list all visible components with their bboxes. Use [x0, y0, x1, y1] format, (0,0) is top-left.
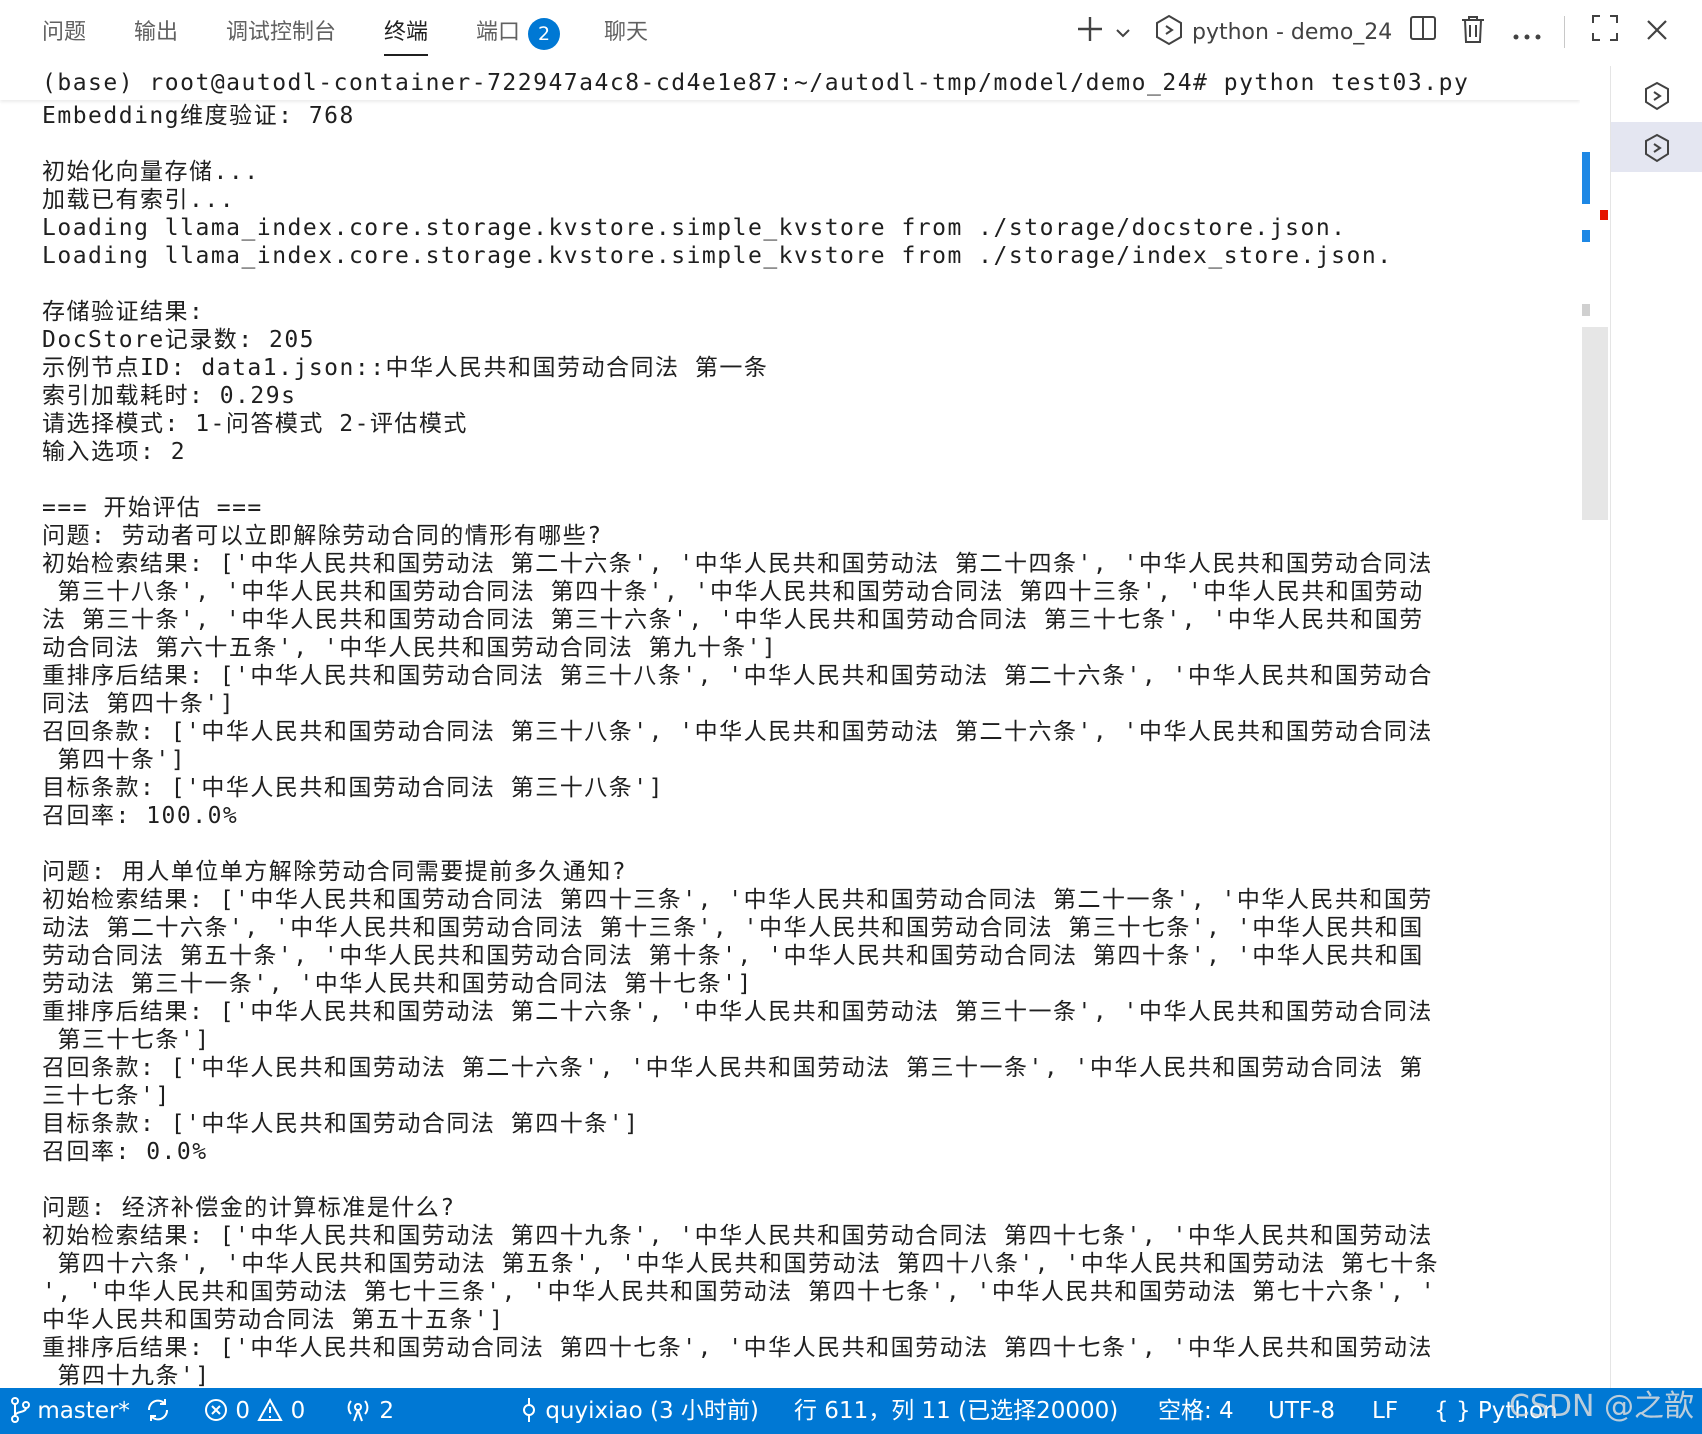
- scroll-marker-blue: [1582, 152, 1590, 204]
- terminal-name[interactable]: python - demo_24: [1192, 16, 1392, 50]
- terminal-shell-icon: [1645, 81, 1669, 111]
- terminal-list-item[interactable]: [1611, 70, 1702, 120]
- error-icon: [205, 1399, 227, 1421]
- problems-status[interactable]: 0 0: [204, 1388, 305, 1434]
- command-line-text: (base) root@autodl-container-722947a4c8-…: [42, 70, 1470, 96]
- ports-status[interactable]: 2: [344, 1388, 394, 1434]
- ports-count-badge: 2: [528, 18, 560, 50]
- source-control-branch[interactable]: master*: [10, 1388, 171, 1434]
- error-count: 0: [235, 1398, 250, 1424]
- watermark: CSDN @之歆: [1508, 1389, 1694, 1424]
- cursor-position[interactable]: 行 611，列 11 (已选择20000): [794, 1388, 1118, 1434]
- scroll-marker-blue: [1582, 230, 1590, 242]
- sync-icon[interactable]: [145, 1397, 171, 1423]
- terminal-scrollbar-thumb[interactable]: [1582, 327, 1608, 520]
- git-blame-status[interactable]: quyixiao (3 小时前): [520, 1388, 759, 1434]
- tab-terminal[interactable]: 终端: [384, 16, 429, 56]
- panel-header: 问题 输出 调试控制台 终端 端口 2 聊天 python - demo_24: [0, 0, 1702, 66]
- header-separator: [1564, 16, 1565, 48]
- trash-icon[interactable]: [1456, 14, 1490, 52]
- git-commit-icon: [523, 1398, 535, 1422]
- chevron-down-icon[interactable]: [1112, 14, 1134, 52]
- terminal-list: [1610, 66, 1702, 1388]
- indentation-status[interactable]: 空格: 4: [1158, 1388, 1234, 1434]
- plus-icon[interactable]: [1072, 14, 1108, 52]
- warning-count: 0: [290, 1398, 306, 1424]
- tab-debug-console[interactable]: 调试控制台: [226, 16, 336, 50]
- terminal-scrollbar-track[interactable]: [1580, 66, 1606, 1388]
- terminal-shell-icon: [1152, 14, 1186, 52]
- git-branch-icon: [11, 1397, 30, 1423]
- tab-problems[interactable]: 问题: [42, 16, 86, 50]
- status-bar: master* 0 0 2 quyixiao (3 小时前) 行 611，列 1…: [0, 1388, 1702, 1434]
- warning-icon: [257, 1397, 283, 1421]
- scroll-marker-gray: [1582, 304, 1590, 316]
- scroll-marker-red: [1600, 210, 1608, 220]
- terminal-shell-icon: [1645, 133, 1669, 163]
- branch-name: master*: [37, 1398, 130, 1424]
- ports-count: 2: [379, 1398, 394, 1424]
- eol-status[interactable]: LF: [1372, 1388, 1398, 1434]
- blame-text: quyixiao (3 小时前): [545, 1398, 759, 1424]
- split-icon[interactable]: [1406, 14, 1440, 52]
- maximize-icon[interactable]: [1588, 14, 1622, 52]
- broadcast-icon: [347, 1400, 369, 1422]
- terminal-viewport[interactable]: (base) root@autodl-container-722947a4c8-…: [0, 66, 1580, 1388]
- encoding-status[interactable]: UTF-8: [1268, 1388, 1335, 1434]
- more-icon[interactable]: [1508, 14, 1546, 52]
- terminal-output[interactable]: Embedding维度验证: 768 初始化向量存储... 加载已有索引... …: [42, 102, 1580, 1388]
- tab-ports[interactable]: 端口: [476, 16, 520, 50]
- close-icon[interactable]: [1640, 14, 1674, 52]
- tab-chat[interactable]: 聊天: [604, 16, 648, 50]
- sticky-command-line: (base) root@autodl-container-722947a4c8-…: [0, 66, 1580, 100]
- terminal-list-item-active[interactable]: [1611, 122, 1702, 172]
- tab-output[interactable]: 输出: [134, 16, 178, 50]
